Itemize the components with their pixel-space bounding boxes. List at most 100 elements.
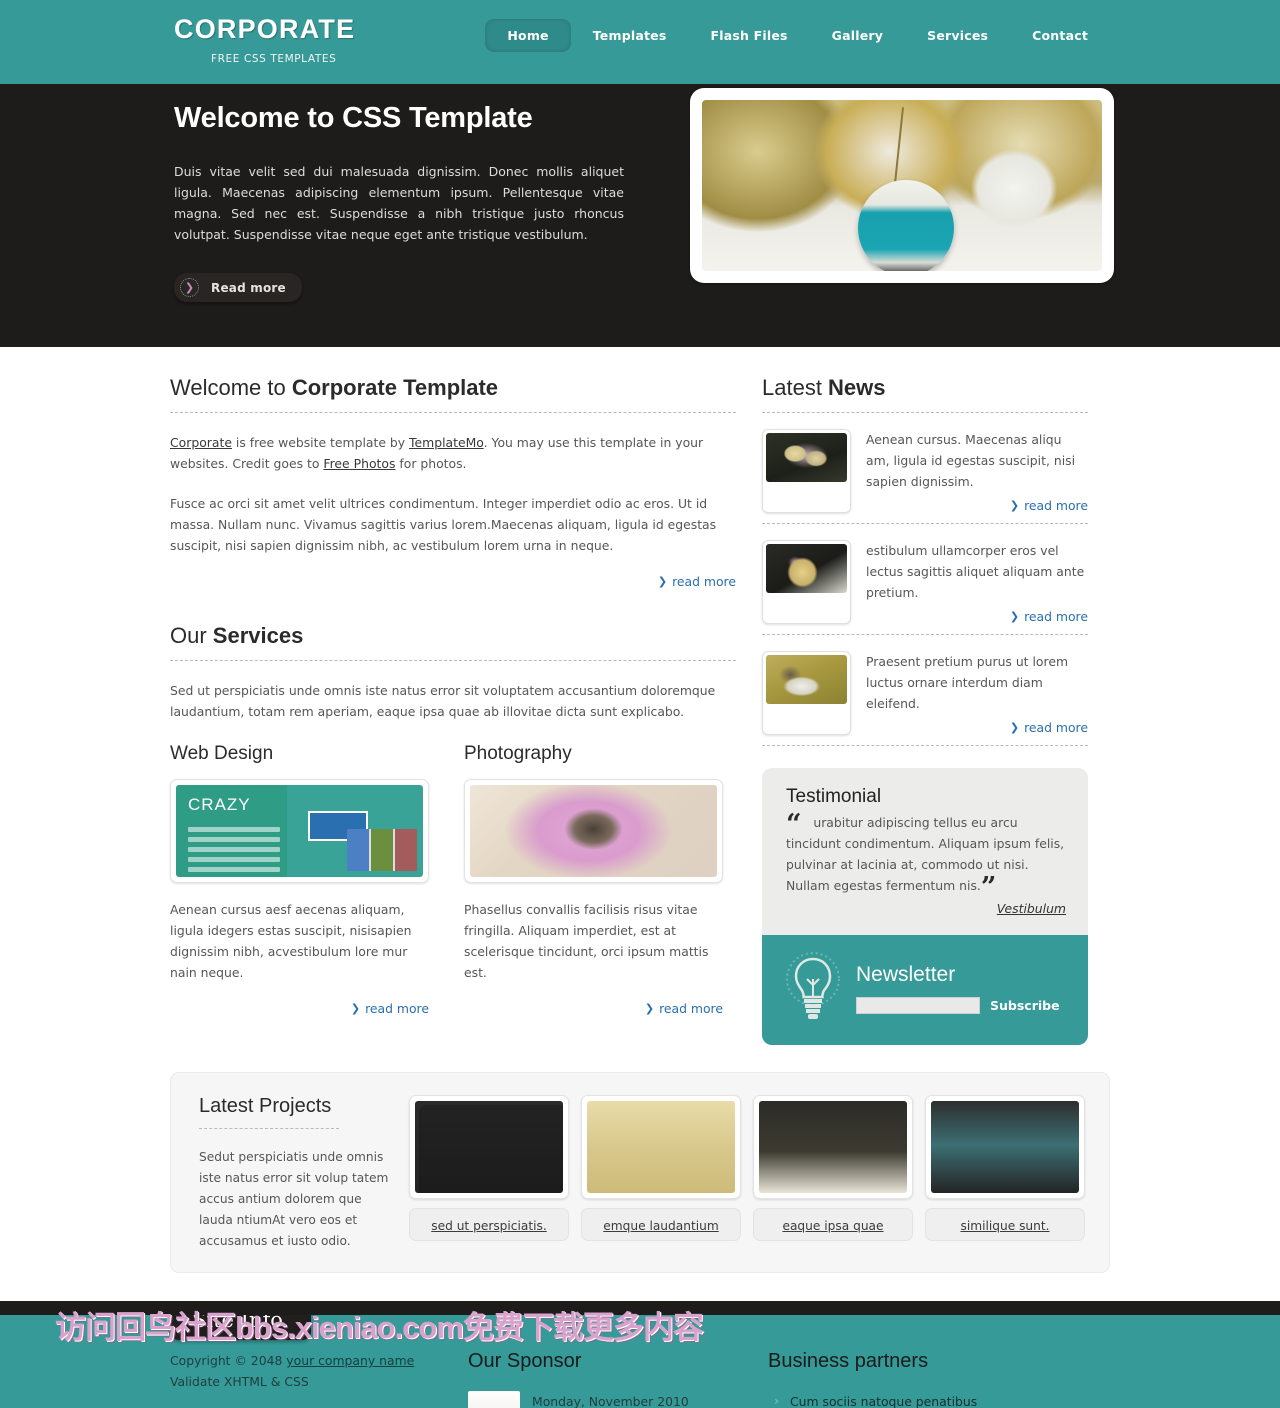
nav-item-home[interactable]: Home: [485, 19, 571, 52]
project-caption-link[interactable]: similique sunt.: [960, 1219, 1049, 1233]
project-thumbnail-frame[interactable]: [925, 1095, 1085, 1199]
chevron-right-icon: ❯: [350, 1002, 361, 1015]
news-item-text: estibulum ullamcorper eros vel lectus sa…: [866, 543, 1085, 600]
hero-read-more-label: Read more: [211, 280, 286, 295]
project-item: sed ut perspiciatis.: [409, 1095, 569, 1252]
nav-item-templates[interactable]: Templates: [571, 19, 689, 52]
project-caption[interactable]: eaque ipsa quae: [753, 1208, 913, 1241]
project-item: emque laudantium: [581, 1095, 741, 1252]
welcome-text-mid-1: is free website template by: [231, 435, 410, 450]
project-thumbnail-1: [415, 1101, 563, 1193]
news-thumbnail-frame[interactable]: [762, 540, 851, 624]
project-thumbnail-frame[interactable]: [581, 1095, 741, 1199]
service-web-design: Web Design CRAZY Aenean cursus aesf aece…: [170, 743, 429, 1016]
footer-site-info: Site Info. Copyright © 2048 your company…: [170, 1315, 468, 1408]
project-item: eaque ipsa quae: [753, 1095, 913, 1252]
nav-item-flash-files[interactable]: Flash Files: [688, 19, 809, 52]
hero-read-more-button[interactable]: ❯ Read more: [174, 273, 302, 302]
chevron-right-icon: ❯: [1009, 610, 1020, 623]
service-text: Phasellus convallis facilisis risus vita…: [464, 902, 709, 980]
footer-validate[interactable]: Validate XHTML & CSS: [170, 1371, 468, 1392]
welcome-read-more-row: ❯ read more: [170, 570, 736, 589]
news-heading-bold: News: [828, 375, 886, 400]
link-corporate[interactable]: Corporate: [170, 435, 232, 450]
link-templatemo[interactable]: TemplateMo: [409, 435, 484, 450]
news-thumbnail-flowers: [766, 433, 847, 482]
news-read-more-row: ❯ read more: [866, 494, 1088, 513]
thumbnail-gallery-grid: [347, 829, 417, 871]
hero-title: Welcome to CSS Template: [174, 102, 533, 134]
footer-company-link[interactable]: your company name: [286, 1353, 414, 1368]
newsletter-email-input[interactable]: [856, 996, 980, 1014]
hero-paragraph: Duis vitae velit sed dui malesuada digni…: [174, 164, 624, 242]
service-read-more-label: read more: [659, 1001, 723, 1016]
sponsor-image: [468, 1391, 520, 1408]
welcome-read-more-link[interactable]: ❯ read more: [658, 574, 736, 589]
service-thumbnail-frame[interactable]: [464, 779, 723, 883]
services-heading: Our Services: [170, 623, 736, 649]
news-thumbnail-frame[interactable]: [762, 429, 851, 513]
footer-sponsor: Our Sponsor Monday, November 2010 Suscip…: [468, 1315, 768, 1408]
project-caption[interactable]: similique sunt.: [925, 1208, 1085, 1241]
quote-open-icon: “: [786, 809, 802, 840]
footer-copyright: Copyright © 2048 your company name: [170, 1350, 468, 1371]
news-read-more-link[interactable]: ❯ read more: [1010, 609, 1088, 624]
service-read-more-row: ❯ read more: [464, 997, 723, 1016]
project-caption-link[interactable]: sed ut perspiciatis.: [431, 1219, 547, 1233]
divider: [762, 745, 1088, 746]
chevron-right-icon: ❯: [1009, 721, 1020, 734]
news-thumbnail-antelope: [766, 655, 847, 704]
project-caption-link[interactable]: emque laudantium: [603, 1219, 718, 1233]
nav-item-gallery[interactable]: Gallery: [810, 19, 905, 52]
testimonial-author-link[interactable]: Vestibulum: [997, 901, 1066, 916]
project-thumbnail-2: [587, 1101, 735, 1193]
service-read-more-label: read more: [365, 1001, 429, 1016]
service-read-more-row: ❯ read more: [170, 997, 429, 1016]
project-thumbnail-frame[interactable]: [753, 1095, 913, 1199]
site-logo[interactable]: CORPORATE FREE CSS TEMPLATES: [174, 14, 356, 66]
services-intro: Sed ut perspiciatis unde omnis iste natu…: [170, 683, 716, 719]
service-heading: Photography: [464, 743, 572, 764]
chevron-right-icon: ❯: [657, 575, 668, 588]
news-read-more-label: read more: [1024, 609, 1088, 624]
news-read-more-link[interactable]: ❯ read more: [1010, 720, 1088, 735]
newsletter-title: Newsletter: [856, 962, 956, 986]
logo-subtitle: FREE CSS TEMPLATES: [211, 53, 337, 65]
welcome-heading: Welcome to Corporate Template: [170, 375, 736, 401]
footer-partners: Business partners Cum sociis natoque pen…: [768, 1315, 1110, 1408]
partners-title: Business partners: [768, 1350, 929, 1372]
news-read-more-link[interactable]: ❯ read more: [1010, 498, 1088, 513]
news-item-text: Aenean cursus. Maecenas aliqu am, ligula…: [866, 432, 1076, 489]
hero-image-frame: [690, 88, 1114, 283]
service-read-more-link[interactable]: ❯ read more: [645, 1001, 723, 1016]
news-item: estibulum ullamcorper eros vel lectus sa…: [762, 524, 1088, 624]
partner-item[interactable]: Cum sociis natoque penatibus: [768, 1390, 1110, 1408]
link-free-photos[interactable]: Free Photos: [323, 456, 395, 471]
news-heading: Latest News: [762, 375, 1088, 401]
project-caption[interactable]: emque laudantium: [581, 1208, 741, 1241]
main-content: Welcome to Corporate Template Corporate …: [170, 347, 1110, 1273]
footer-top-bar: [0, 1301, 1280, 1315]
hero-image-ornaments: [702, 100, 1102, 271]
news-read-more-row: ❯ read more: [866, 605, 1088, 624]
welcome-heading-bold: Corporate Template: [291, 375, 499, 400]
projects-intro-block: Latest Projects Sedut perspiciatis unde …: [199, 1095, 409, 1252]
news-item: Aenean cursus. Maecenas aliqu am, ligula…: [762, 413, 1088, 513]
site-info-tab: Site Info.: [170, 1315, 312, 1340]
logo-title: CORPORATE: [174, 14, 356, 44]
service-thumbnail-frame[interactable]: CRAZY: [170, 779, 429, 883]
latest-projects-panel: Latest Projects Sedut perspiciatis unde …: [170, 1072, 1110, 1273]
footer-copyright-text: Copyright © 2048: [170, 1353, 287, 1368]
divider: [199, 1128, 339, 1129]
project-thumbnail-frame[interactable]: [409, 1095, 569, 1199]
nav-item-contact[interactable]: Contact: [1010, 19, 1110, 52]
ornament-cord: [893, 106, 905, 184]
project-caption-link[interactable]: eaque ipsa quae: [782, 1219, 883, 1233]
nav-item-services[interactable]: Services: [905, 19, 1010, 52]
service-read-more-link[interactable]: ❯ read more: [351, 1001, 429, 1016]
testimonial-panel: Testimonial “ urabitur adipiscing tellus…: [762, 768, 1088, 935]
news-thumbnail-frame[interactable]: [762, 651, 851, 735]
newsletter-subscribe-button[interactable]: Subscribe: [990, 998, 1060, 1013]
news-read-more-label: read more: [1024, 498, 1088, 513]
project-caption[interactable]: sed ut perspiciatis.: [409, 1208, 569, 1241]
